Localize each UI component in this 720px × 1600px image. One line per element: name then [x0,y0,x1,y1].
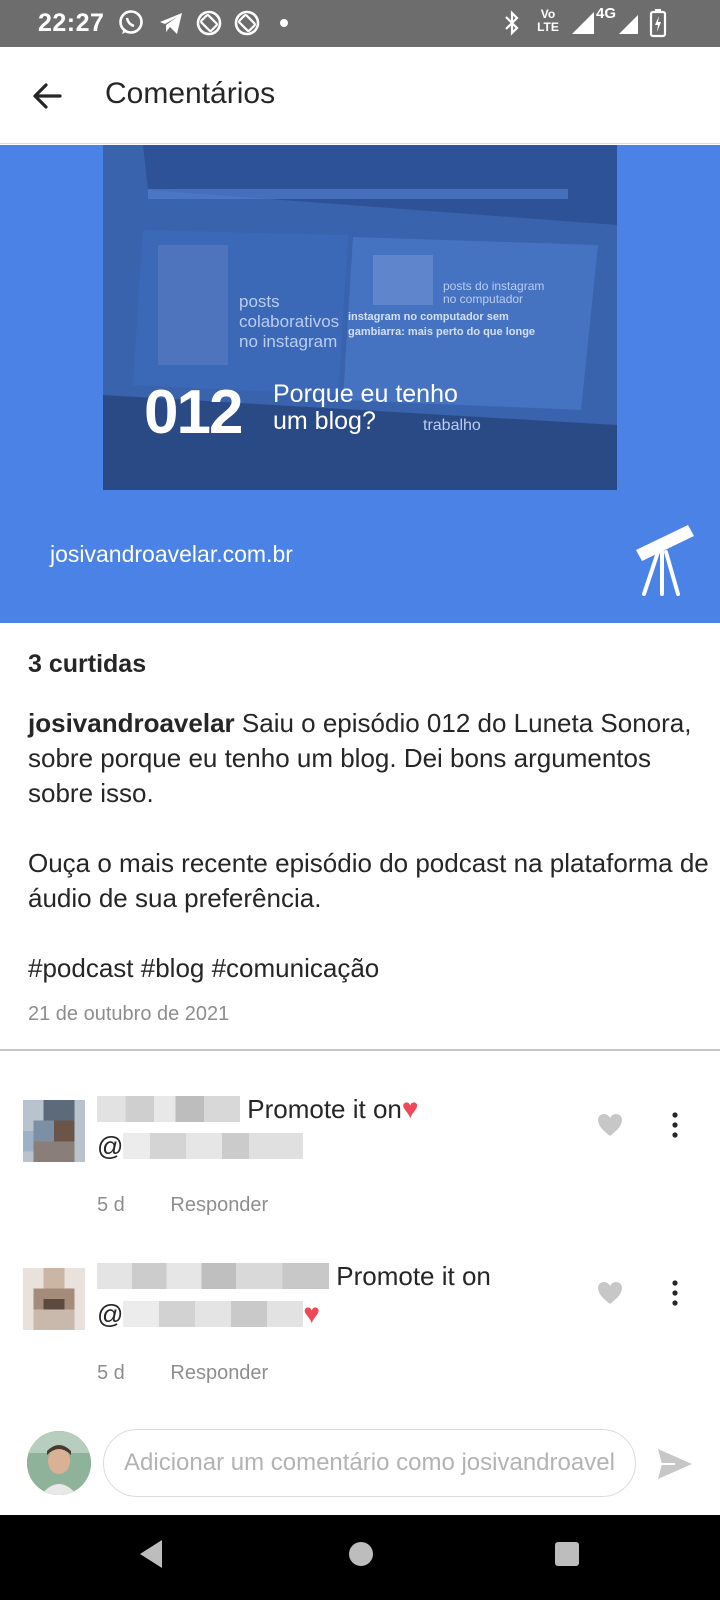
more-vertical-icon[interactable] [665,1278,685,1308]
comment-meta: 5 d Responder [97,1362,308,1385]
status-bar: 22:27 Vo LTE 4G [0,0,720,47]
comment-body: Promote it on [336,1261,491,1291]
redacted-username[interactable] [97,1096,240,1122]
comment-input[interactable] [103,1429,636,1497]
reply-button[interactable]: Responder [170,1362,268,1384]
mention-prefix: @ [97,1131,124,1161]
post-image[interactable]: posts colaborativos no instagram posts d… [0,145,720,623]
signal-icon [619,15,638,34]
heart-outline-icon[interactable] [596,1112,624,1138]
post-caption: josivandroavelar Saiu o episódio 012 do … [28,706,718,986]
more-vertical-icon[interactable] [665,1110,685,1140]
user-avatar-image [27,1431,91,1495]
recents-square-icon[interactable] [553,1537,581,1571]
avatar[interactable] [23,1100,85,1162]
episode-title: Porque eu tenho um blog? [273,381,458,435]
volte-icon: Vo LTE [533,8,563,38]
svg-text:no computador: no computador [443,292,523,306]
caption-paragraph: Ouça o mais recente episódio do podcast … [28,848,709,913]
svg-text:posts: posts [239,292,280,311]
telescope-icon [636,525,694,596]
bluetooth-icon [505,10,519,36]
system-nav-bar [0,1515,720,1600]
comment-body: Promote it on [247,1094,402,1124]
redacted-username[interactable] [97,1263,329,1289]
episode-title-line2: um blog? [273,407,376,435]
post-date: 21 de outubro de 2021 [28,1003,230,1025]
svg-text:no instagram: no instagram [239,332,337,351]
svg-text:instagram no computador sem: instagram no computador sem [348,311,509,323]
app-header: Comentários [0,47,720,144]
home-circle-icon[interactable] [347,1537,375,1571]
comment-meta: 5 d Responder [97,1194,308,1217]
rotation-off-icon [234,10,260,36]
redacted-mention[interactable] [123,1133,304,1159]
caption-hashtags[interactable]: #podcast #blog #comunicação [28,951,718,986]
status-time: 22:27 [38,9,105,37]
heart-emoji-icon: ♥ [401,1093,419,1124]
caption-username[interactable]: josivandroavelar [28,708,235,738]
redacted-mention[interactable] [123,1301,304,1327]
dot-icon [280,19,288,27]
mention-prefix: @ [97,1299,124,1329]
comment-text: Promote it on♥ @ [97,1090,567,1165]
likes-count[interactable]: 3 curtidas [28,650,146,679]
pixelated-avatar-image [23,1100,85,1162]
svg-text:gambiarra: mais perto do que l: gambiarra: mais perto do que longe [348,326,535,338]
heart-outline-icon[interactable] [596,1280,624,1306]
comment-text: Promote it on @ ♥ [97,1258,567,1333]
page-title: Comentários [105,77,276,110]
reply-button[interactable]: Responder [170,1194,268,1216]
pixelated-avatar-image [23,1268,85,1330]
send-icon[interactable] [655,1446,695,1482]
comment-age: 5 d [97,1362,125,1384]
signal-icon [572,12,594,34]
episode-photo: posts colaborativos no instagram posts d… [103,145,617,490]
episode-number: 012 [144,378,243,447]
episode-title-line1: Porque eu tenho [273,380,458,408]
battery-charging-icon [649,9,667,38]
whatsapp-icon [119,10,143,34]
comment-age: 5 d [97,1194,125,1216]
telegram-icon [160,13,182,34]
volte-label: Vo LTE [537,7,559,34]
divider [0,1049,720,1051]
site-url: josivandroavelar.com.br [50,541,293,567]
svg-text:posts do instagram: posts do instagram [443,279,544,293]
avatar[interactable] [23,1268,85,1330]
network-4g-label: 4G [596,5,617,22]
comment-item: Promote it on @ ♥ 5 d Responder [0,1256,720,1416]
arrow-left-icon[interactable] [26,73,72,119]
comment-item: Promote it on♥ @ 5 d Responder [0,1088,720,1248]
svg-text:colaborativos: colaborativos [239,312,339,331]
rotation-off-icon [196,10,222,36]
back-triangle-icon[interactable] [136,1537,166,1571]
heart-emoji-icon: ♥ [303,1298,321,1329]
user-avatar[interactable] [27,1431,91,1495]
